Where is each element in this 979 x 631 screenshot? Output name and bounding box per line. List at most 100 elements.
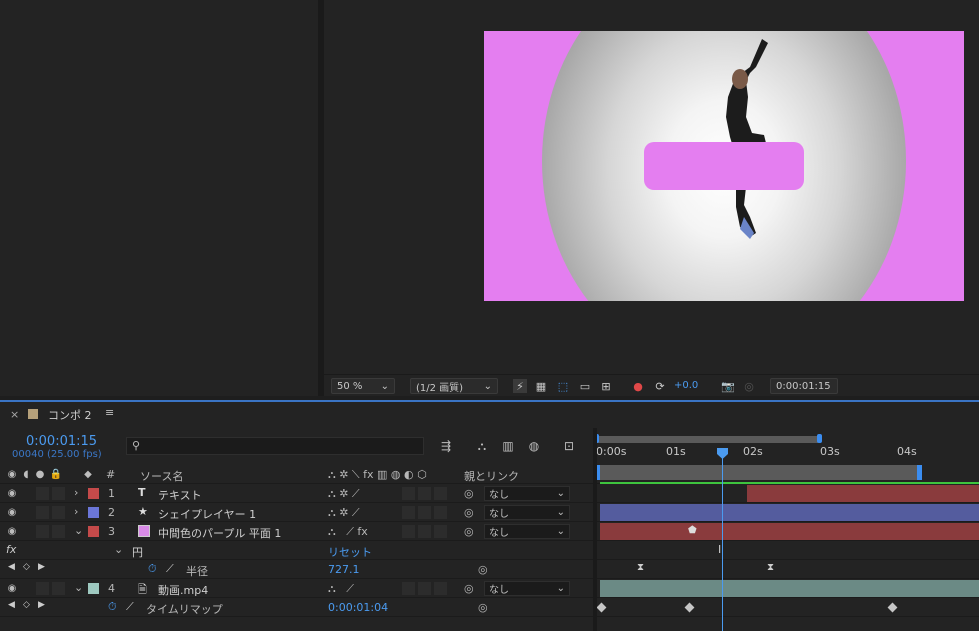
collapse-arrow-icon[interactable]: ⌄ [74, 581, 83, 594]
keyframe[interactable] [596, 602, 607, 613]
effect-reset-link[interactable]: リセット [328, 544, 372, 560]
zoom-dropdown[interactable]: 50 % ⌄ [331, 378, 395, 394]
pickwhip-icon[interactable]: ◎ [464, 487, 474, 500]
layer-switches[interactable]: ⛬ ⟋ [328, 582, 354, 596]
fast-preview-icon[interactable]: ⚡ [513, 379, 527, 393]
layer-duration-bar[interactable] [600, 504, 979, 521]
comp-flowchart-icon[interactable]: ⇶ [440, 439, 452, 453]
expression-pickwhip-icon[interactable]: ◎ [478, 601, 488, 614]
pickwhip-icon[interactable]: ◎ [464, 582, 474, 595]
effect-row[interactable]: fx ⌄ 円 リセット I [0, 541, 979, 560]
switch-box[interactable] [434, 506, 447, 519]
add-keyframe-icon[interactable]: ◇ [23, 562, 30, 572]
keyframe-hold-icon[interactable]: ⧗ [767, 562, 774, 573]
lock-toggle[interactable] [52, 487, 65, 500]
expand-arrow-icon[interactable]: › [74, 505, 78, 518]
stopwatch-icon[interactable]: ⏱ [108, 600, 117, 614]
graph-editor-icon[interactable]: ⊡ [563, 439, 575, 453]
work-area-bar[interactable] [598, 465, 920, 480]
layer-name[interactable]: 中間色のパープル 平面 1 [158, 525, 281, 541]
layer-row-1[interactable]: ◉ › 1 T テキスト ⛬ ✲ ⟋ ◎ なし ⌄ [0, 484, 979, 503]
layer-duration-bar[interactable] [600, 580, 979, 597]
time-navigator[interactable] [596, 436, 818, 443]
mask-visibility-icon[interactable]: ⬚ [556, 379, 570, 393]
add-keyframe-icon[interactable]: ◇ [23, 600, 30, 610]
layer-name[interactable]: テキスト [158, 487, 202, 503]
layer-duration-bar[interactable] [747, 485, 979, 502]
time-remap-row[interactable]: ◀ ◇ ▶ ⏱ ⟋ タイムリマップ 0:00:01:04 ◎ [0, 598, 979, 617]
layer-switches[interactable]: ⛬ ✲ ⟋ [328, 506, 360, 520]
layer-row-4[interactable]: ◉ ⌄ 4 🗎 動画.mp4 ⛬ ⟋ ◎ なし ⌄ [0, 579, 979, 598]
video-eye-icon[interactable]: ◉ [6, 525, 18, 537]
layer-duration-bar[interactable] [600, 523, 979, 540]
motion-blur-icon[interactable]: ◍ [528, 439, 540, 453]
navigator-end-handle[interactable] [817, 434, 822, 443]
video-eye-icon[interactable]: ◉ [6, 506, 18, 518]
radius-property-row[interactable]: ◀ ◇ ▶ ⏱ ⟋ 半径 727.1 ◎ ⧗ ⧗ [0, 560, 979, 579]
collapse-arrow-icon[interactable]: ⌄ [74, 524, 83, 537]
frame-blending-icon[interactable]: ▥ [502, 439, 514, 453]
lock-toggle[interactable] [52, 506, 65, 519]
layer-row-3[interactable]: ◉ ⌄ 3 中間色のパープル 平面 1 ⛬ ⟋ fx ◎ なし ⌄ ⬟ [0, 522, 979, 541]
expand-arrow-icon[interactable]: › [74, 486, 78, 499]
switch-box[interactable] [402, 582, 415, 595]
region-of-interest-icon[interactable]: ▭ [578, 379, 592, 393]
effect-name[interactable]: 円 [132, 544, 143, 560]
graph-icon[interactable]: ⟋ [166, 562, 174, 576]
audio-toggle[interactable] [36, 506, 49, 519]
switch-box[interactable] [418, 525, 431, 538]
panel-menu-icon[interactable]: ≡ [105, 406, 114, 419]
layer-search-input[interactable]: ⚲ [126, 437, 424, 455]
switch-box[interactable] [418, 506, 431, 519]
parent-dropdown[interactable]: なし ⌄ [484, 581, 570, 596]
close-tab-icon[interactable]: × [10, 408, 19, 421]
layer-label-color[interactable] [88, 526, 99, 537]
color-channels-icon[interactable]: ● [631, 379, 645, 393]
layer-switches[interactable]: ⛬ ⟋ fx [328, 525, 368, 539]
exposure-reset-icon[interactable]: ⟳ [653, 379, 667, 393]
comp-tab-label[interactable]: コンポ 2 [48, 407, 92, 423]
radius-value[interactable]: 727.1 [328, 563, 360, 576]
viewer-timecode[interactable]: 0:00:01:15 [770, 378, 838, 394]
lock-toggle[interactable] [52, 525, 65, 538]
keyframe[interactable] [887, 602, 898, 613]
solo-icon[interactable]: ● [34, 468, 46, 480]
audio-toggle[interactable] [36, 487, 49, 500]
video-eye-icon[interactable]: ◉ [6, 487, 18, 499]
switch-box[interactable] [402, 525, 415, 538]
resolution-dropdown[interactable]: (1/2 画質) ⌄ [410, 378, 498, 394]
switch-box[interactable] [434, 582, 447, 595]
expression-pickwhip-icon[interactable]: ◎ [478, 563, 488, 576]
exposure-value[interactable]: +0.0 [674, 380, 698, 391]
prev-keyframe-icon[interactable]: ◀ [8, 562, 15, 572]
switch-box[interactable] [402, 506, 415, 519]
layer-label-color[interactable] [88, 507, 99, 518]
layer-label-color[interactable] [88, 488, 99, 499]
audio-icon[interactable]: ◖ [20, 468, 32, 480]
composition-frame[interactable] [484, 31, 964, 301]
graph-icon[interactable]: ⟋ [126, 600, 134, 614]
switch-box[interactable] [402, 487, 415, 500]
switch-box[interactable] [418, 582, 431, 595]
layer-name[interactable]: シェイプレイヤー 1 [158, 506, 256, 522]
composition-viewer[interactable] [324, 0, 979, 374]
switch-box[interactable] [418, 487, 431, 500]
lock-icon[interactable]: 🔒 [50, 468, 62, 480]
layer-row-2[interactable]: ◉ › 2 ★ シェイプレイヤー 1 ⛬ ✲ ⟋ ◎ なし ⌄ [0, 503, 979, 522]
time-remap-value[interactable]: 0:00:01:04 [328, 601, 388, 614]
work-area-end[interactable] [917, 465, 922, 480]
layer-name[interactable]: 動画.mp4 [158, 582, 208, 598]
video-eye-icon[interactable]: ◉ [6, 468, 18, 480]
stopwatch-icon[interactable]: ⏱ [148, 562, 157, 576]
lock-toggle[interactable] [52, 582, 65, 595]
parent-dropdown[interactable]: なし ⌄ [484, 505, 570, 520]
next-keyframe-icon[interactable]: ▶ [38, 600, 45, 610]
pickwhip-icon[interactable]: ◎ [464, 525, 474, 538]
camera-snapshot-icon[interactable]: 📷 [721, 379, 735, 393]
parent-dropdown[interactable]: なし ⌄ [484, 524, 570, 539]
pickwhip-icon[interactable]: ◎ [464, 506, 474, 519]
keyframe-hold-icon[interactable]: ⧗ [637, 562, 644, 573]
timeline-divider[interactable] [593, 428, 597, 631]
collapse-arrow-icon[interactable]: ⌄ [114, 543, 123, 556]
layer-label-color[interactable] [88, 583, 99, 594]
